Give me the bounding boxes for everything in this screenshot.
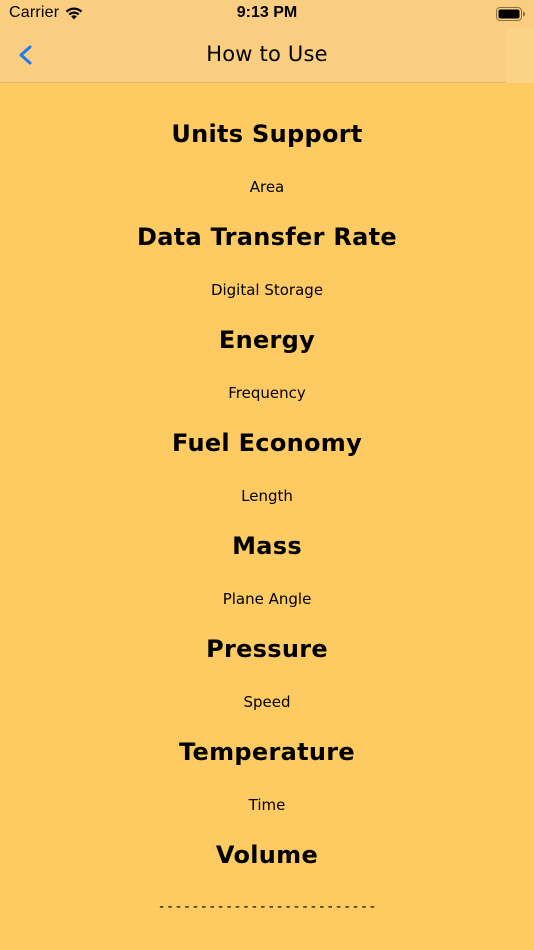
heading-temperature: Temperature [179, 738, 355, 766]
subtext-digital-storage: Digital Storage [210, 281, 324, 299]
heading-data-transfer-rate: Data Transfer Rate [136, 223, 397, 251]
heading-fuel-economy: Fuel Economy [171, 429, 363, 457]
heading-volume: Volume [215, 841, 319, 869]
subtext-speed: Speed [243, 693, 291, 711]
page-title: How to Use [206, 42, 328, 66]
heading-pressure: Pressure [206, 635, 328, 663]
heading-energy: Energy [218, 326, 316, 354]
battery-icon [496, 7, 526, 26]
subtext-plane-angle: Plane Angle [222, 590, 312, 608]
heading-mass: Mass [232, 532, 302, 560]
status-time: 9:13 PM [236, 4, 298, 21]
subtext-area: Area [249, 178, 285, 196]
subtext-length: Length [241, 487, 293, 505]
subtext-frequency: Frequency [228, 384, 306, 402]
status-bar: Carrier 9:13 PM [0, 0, 534, 28]
subtext-time: Time [248, 796, 286, 814]
heading-units-support: Units Support [171, 120, 363, 148]
dashed-divider: -------------------------- [157, 899, 377, 915]
nav-bar-edge [506, 28, 534, 83]
navigation-bar: How to Use [0, 28, 534, 83]
